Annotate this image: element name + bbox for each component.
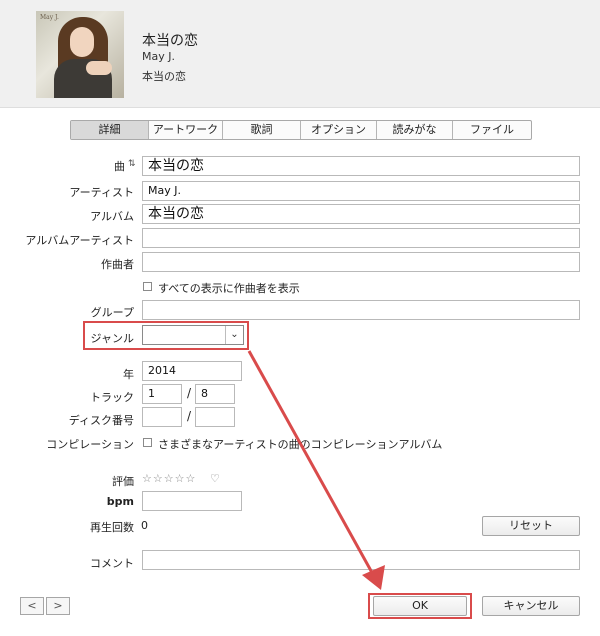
bpm-field[interactable] (142, 491, 242, 511)
artwork-logo: May J. (40, 14, 59, 21)
chevron-down-icon[interactable]: ⌄ (225, 326, 243, 344)
composer-field[interactable] (142, 252, 580, 272)
year-label: 年 (123, 368, 134, 381)
play-count-label: 再生回数 (90, 521, 134, 534)
show-composer-label: すべての表示に作曲者を表示 (158, 282, 300, 295)
genre-select[interactable]: ⌄ (142, 325, 244, 345)
grouping-label: グループ (90, 306, 134, 319)
tab-bar: 詳細 アートワーク 歌詞 オプション 読みがな ファイル (70, 120, 532, 140)
song-label: 曲 (114, 160, 125, 173)
song-info-dialog: May J. 本当の恋 May J. 本当の恋 詳細 アートワーク 歌詞 オプシ… (0, 0, 600, 636)
rating-label: 評価 (112, 475, 134, 488)
genre-label: ジャンル (90, 332, 134, 345)
year-field[interactable]: 2014 (142, 361, 242, 381)
compilation-text: さまざまなアーティストの曲のコンピレーションアルバム (158, 438, 443, 451)
album-label: アルバム (90, 210, 134, 223)
artist-label: アーティスト (69, 186, 134, 199)
comment-label: コメント (90, 557, 134, 570)
track-label: トラック (90, 391, 134, 404)
tab-options[interactable]: オプション (301, 121, 377, 139)
composer-label: 作曲者 (101, 258, 134, 271)
track-number-field[interactable]: 1 (142, 384, 182, 404)
annotation-arrow-line (247, 350, 377, 579)
track-separator: / (187, 386, 192, 400)
next-icon[interactable]: > (46, 597, 70, 615)
rating-stars[interactable]: ☆☆☆☆☆ (142, 472, 196, 485)
reset-button[interactable]: リセット (482, 516, 580, 536)
tab-details[interactable]: 詳細 (71, 121, 149, 139)
comment-field[interactable] (142, 550, 580, 570)
show-composer-checkbox[interactable] (143, 282, 152, 291)
cancel-button[interactable]: キャンセル (482, 596, 580, 616)
tab-reading[interactable]: 読みがな (377, 121, 453, 139)
compilation-label: コンピレーション (46, 438, 134, 451)
disc-separator: / (187, 409, 192, 423)
disc-label: ディスク番号 (68, 414, 134, 427)
header-artist: May J. (142, 50, 175, 63)
header-album: 本当の恋 (142, 70, 186, 83)
tab-file[interactable]: ファイル (453, 121, 531, 139)
header-song-title: 本当の恋 (142, 33, 198, 49)
artwork-face (70, 27, 94, 57)
artwork-arm (86, 61, 112, 75)
previous-icon[interactable]: < (20, 597, 44, 615)
ok-highlight-box (368, 593, 472, 619)
sort-updown-icon[interactable]: ⇅ (128, 159, 136, 169)
song-field[interactable]: 本当の恋 (142, 156, 580, 176)
disc-total-field[interactable] (195, 407, 235, 427)
disc-number-field[interactable] (142, 407, 182, 427)
play-count-value: 0 (141, 519, 148, 532)
bpm-label: bpm (106, 495, 134, 508)
heart-icon[interactable]: ♡ (210, 472, 221, 485)
album-artist-label: アルバムアーティスト (25, 234, 134, 247)
artist-field[interactable]: May J. (142, 181, 580, 201)
compilation-checkbox[interactable] (143, 438, 152, 447)
grouping-field[interactable] (142, 300, 580, 320)
tab-artwork[interactable]: アートワーク (149, 121, 223, 139)
track-total-field[interactable]: 8 (195, 384, 235, 404)
album-artist-field[interactable] (142, 228, 580, 248)
album-field[interactable]: 本当の恋 (142, 204, 580, 224)
tab-lyrics[interactable]: 歌詞 (223, 121, 301, 139)
song-header: May J. 本当の恋 May J. 本当の恋 (0, 0, 600, 108)
album-artwork: May J. (36, 11, 124, 98)
